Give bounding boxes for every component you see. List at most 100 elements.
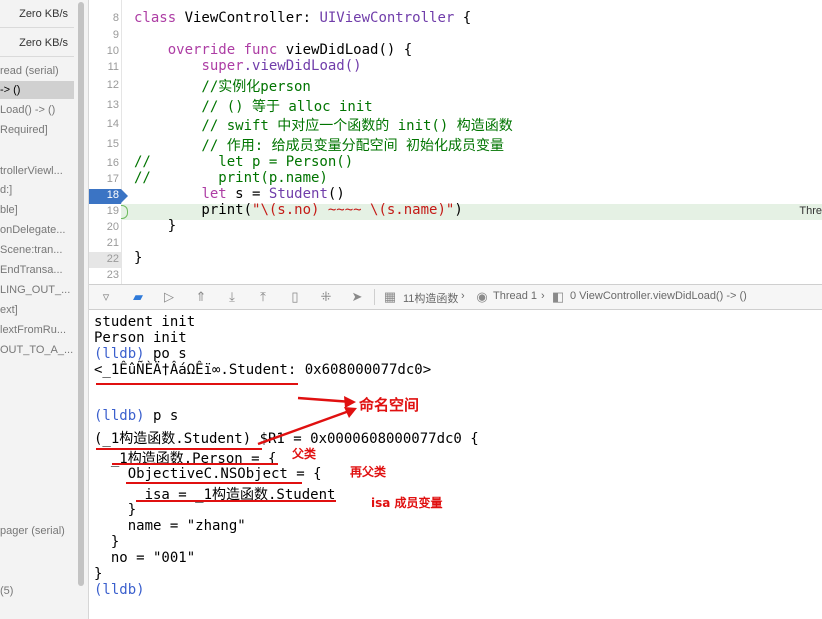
- code-line-13: // () 等于 alloc init: [134, 99, 373, 115]
- console-text: }: [94, 534, 120, 550]
- punct: :: [302, 10, 320, 26]
- stack-frame[interactable]: onDelegate...: [0, 221, 74, 239]
- divider: [374, 289, 375, 305]
- code-line-14: // swift 中对应一个函数的 init() 构造函数: [134, 118, 513, 134]
- keyword: class: [134, 10, 185, 26]
- memory-graph-icon[interactable]: ⁜: [317, 288, 335, 306]
- console-line: (lldb) po s: [94, 346, 187, 362]
- stack-frame[interactable]: Required]: [0, 121, 74, 139]
- line-number: 10: [106, 45, 119, 57]
- user-frame-icon: ◧: [551, 289, 565, 304]
- console-text: Person init: [94, 330, 187, 346]
- line-number: 22: [106, 253, 119, 265]
- code-line-22: }: [134, 250, 143, 266]
- step-out-icon[interactable]: ⤒: [254, 288, 272, 306]
- line-number: 19: [106, 205, 119, 217]
- code-editor[interactable]: 8 9 10 11 12 13 14 15 16 17 18 19 20 21 …: [89, 0, 822, 284]
- chevron-right-icon: ›: [461, 290, 465, 302]
- console-line: (lldb): [94, 582, 145, 598]
- console-line: student init: [94, 314, 195, 330]
- line-number: 15: [106, 138, 119, 150]
- line-number: 11: [107, 61, 119, 73]
- breakpoint-arrow-icon: [121, 189, 128, 203]
- type-name: Student: [268, 186, 328, 202]
- annotation-grandparent-class: 再父类: [350, 465, 387, 479]
- type-name: UIViewController: [319, 10, 455, 26]
- step-into-icon[interactable]: ⤓: [223, 288, 241, 306]
- code-line-17: // print(p.name): [134, 170, 328, 186]
- annotation-isa-member: isa 成员变量: [371, 496, 443, 510]
- code-line-15: // 作用: 给成员变量分配空间 初始化成员变量: [134, 138, 505, 154]
- identifier: viewDidLoad() {: [277, 42, 413, 58]
- network-rate: Zero KB/s: [19, 8, 68, 20]
- breadcrumb-target[interactable]: 11构造函数: [403, 290, 458, 306]
- network-rate: Zero KB/s: [19, 37, 68, 49]
- stack-frame[interactable]: LING_OUT_...: [0, 281, 74, 299]
- console-text: ObjectiveC.NSObject = {: [94, 466, 322, 482]
- view-debugger-icon[interactable]: ▯: [286, 288, 304, 306]
- stack-frame[interactable]: ble]: [0, 201, 74, 219]
- step-over-icon[interactable]: ⇑: [192, 288, 210, 306]
- stack-frame[interactable]: Scene:tran...: [0, 241, 74, 259]
- punct: (): [327, 186, 345, 202]
- annotation-underline: [96, 383, 298, 385]
- console-text: (_1构造函数.Student) $R1 = 0x0000608000077dc…: [94, 431, 479, 447]
- stack-frame[interactable]: Load() -> (): [0, 101, 74, 119]
- thread-count: (5): [0, 585, 14, 597]
- console-line: }: [94, 502, 136, 518]
- stack-frame[interactable]: OUT_TO_A_...: [0, 341, 74, 359]
- stack-frame[interactable]: d:]: [0, 181, 74, 199]
- line-number: 17: [106, 173, 119, 185]
- code-line-18: let s = Student(): [134, 186, 345, 202]
- console-line: }: [94, 566, 102, 582]
- lldb-prompt: (lldb): [94, 346, 145, 362]
- gutter-divider: [121, 0, 122, 284]
- code-line-11: super.viewDidLoad(): [134, 58, 362, 74]
- punct: {: [454, 10, 472, 26]
- divider: [0, 56, 74, 57]
- stack-frame[interactable]: lextFromRu...: [0, 321, 74, 339]
- keyword: func: [243, 42, 278, 58]
- line-number: 14: [106, 118, 119, 130]
- chevron-right-icon: ›: [541, 290, 545, 302]
- thread-item[interactable]: read (serial): [0, 62, 74, 80]
- console-text: name = "zhang": [94, 518, 246, 534]
- lldb-prompt: (lldb): [94, 408, 145, 424]
- stack-frame[interactable]: ext]: [0, 301, 74, 319]
- scrollbar-thumb[interactable]: [78, 2, 84, 586]
- hide-debug-area-icon[interactable]: ▿: [97, 288, 115, 306]
- code-line-19: print("\(s.no) ~~~~ \(s.name)"): [134, 202, 462, 218]
- location-icon[interactable]: ➤: [348, 288, 366, 306]
- code-line-12: //实例化person: [134, 79, 311, 95]
- code-line-20: }: [134, 218, 177, 234]
- thread-item[interactable]: pager (serial): [0, 522, 74, 540]
- breakpoints-toggle-icon[interactable]: ▰: [129, 288, 147, 306]
- console-text: no = "001": [94, 550, 196, 566]
- stack-frame-selected[interactable]: -> (): [0, 81, 74, 99]
- line-number: 12: [106, 79, 119, 91]
- keyword: super: [201, 58, 244, 74]
- navigator-scrollbar[interactable]: [76, 0, 86, 590]
- stack-frame[interactable]: trollerViewl...: [0, 162, 74, 180]
- thread-indicator-badge[interactable]: Thre: [799, 205, 822, 217]
- divider: [0, 27, 74, 28]
- breadcrumb-thread[interactable]: Thread 1: [493, 290, 537, 302]
- continue-icon[interactable]: ▷: [160, 288, 178, 306]
- identifier: s =: [226, 186, 269, 202]
- code-line-16: // let p = Person(): [134, 154, 354, 170]
- stack-frame[interactable]: EndTransa...: [0, 261, 74, 279]
- identifier: ViewController: [184, 10, 303, 26]
- breadcrumb-frame[interactable]: 0 ViewController.viewDidLoad() -> (): [570, 290, 747, 302]
- code-line-8: class ViewController: UIViewController {: [134, 10, 471, 26]
- debug-navigator: Zero KB/s Zero KB/s read (serial) -> () …: [0, 0, 89, 619]
- line-number: 16: [106, 157, 119, 169]
- console-text: po s: [144, 346, 187, 362]
- line-number: 20: [106, 221, 119, 233]
- lldb-prompt: (lldb): [94, 582, 145, 598]
- method-call: .viewDidLoad(): [243, 58, 362, 74]
- console-line: (_1构造函数.Student) $R1 = 0x0000608000077dc…: [94, 428, 479, 448]
- console-line: ObjectiveC.NSObject = {: [94, 466, 322, 482]
- string-literal: "\(s.no) ~~~~ \(s.name)": [252, 202, 455, 218]
- keyword: let: [201, 186, 227, 202]
